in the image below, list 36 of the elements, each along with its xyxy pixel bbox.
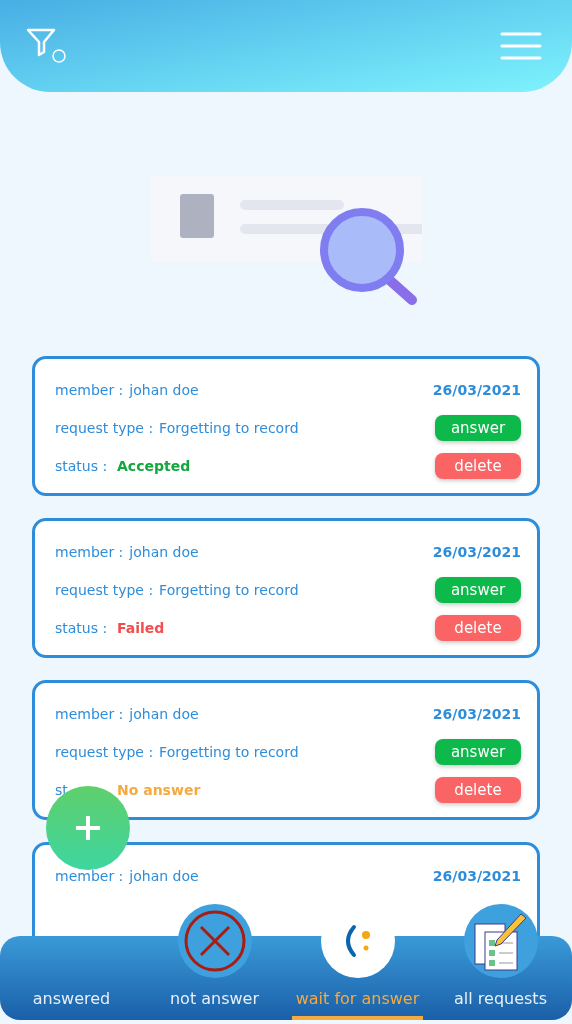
request-type-label: request type : [55,582,154,598]
status-value: No answer [117,782,201,798]
delete-button[interactable]: delete [435,615,521,641]
answer-button[interactable]: answer [435,577,521,603]
member-label: member : [55,706,124,722]
status-value: Failed [117,620,165,636]
nav-tab[interactable]: all requests [450,989,551,1020]
nav-tab[interactable]: answered [28,989,115,1020]
request-type-label: request type : [55,744,154,760]
nav-tab[interactable]: wait for answer [291,989,424,1020]
status-label: status : [55,458,109,474]
delete-button[interactable]: delete [435,777,521,803]
request-date: 26/03/2021 [432,706,521,722]
member-label: member : [55,868,124,884]
answer-button[interactable]: answer [435,739,521,765]
request-type: Forgetting to record [159,420,299,436]
nav-tab[interactable]: not answer [165,989,264,1020]
request-type: Forgetting to record [159,582,299,598]
member-name: johan doe [129,544,199,560]
delete-button[interactable]: delete [435,453,521,479]
request-date: 26/03/2021 [432,868,521,884]
plus-icon [74,814,102,842]
request-date: 26/03/2021 [432,544,521,560]
menu-icon[interactable] [500,31,542,61]
member-name: johan doe [129,706,199,722]
answer-button[interactable]: answer [435,415,521,441]
member-name: johan doe [129,868,199,884]
status-label: status : [55,620,109,636]
request-type-label: request type : [55,420,154,436]
status-value: Accepted [117,458,191,474]
filter-icon[interactable] [26,27,68,65]
member-label: member : [55,382,124,398]
member-name: johan doe [129,382,199,398]
request-date: 26/03/2021 [432,382,521,398]
member-label: member : [55,544,124,560]
request-type: Forgetting to record [159,744,299,760]
